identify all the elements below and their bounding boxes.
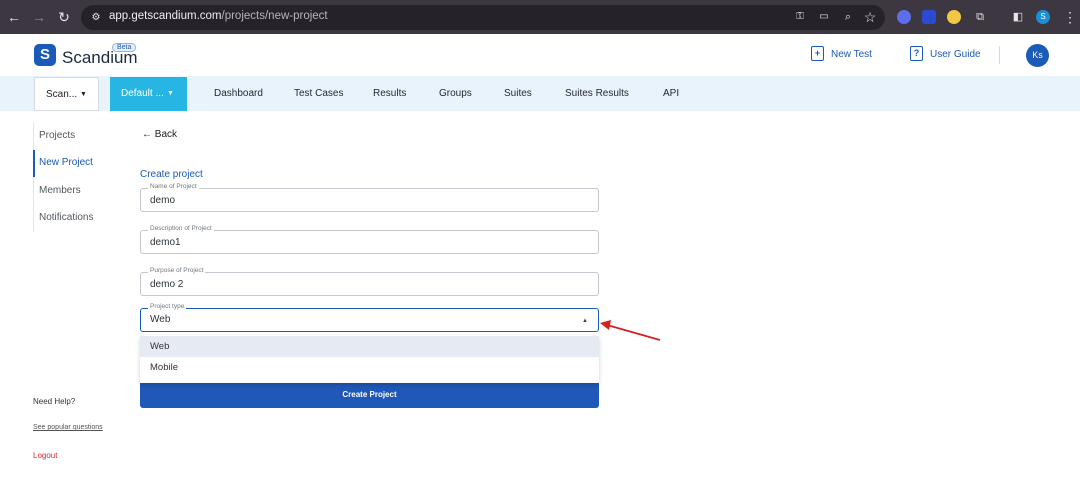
project-select-label: Default ... [121, 88, 164, 99]
org-select[interactable]: Scan... ▼ [34, 77, 99, 111]
option-web[interactable]: Web [140, 336, 599, 357]
menu-dots-icon[interactable]: ⋮ [1062, 9, 1078, 25]
bookmark-star-icon[interactable]: ☆ [862, 9, 878, 25]
option-mobile[interactable]: Mobile [140, 357, 599, 378]
extension-face-icon[interactable] [947, 10, 961, 24]
avatar[interactable]: Ks [1026, 44, 1049, 67]
help-heading: Need Help? [33, 397, 76, 406]
field-value: demo [150, 195, 176, 206]
field-value: demo 2 [150, 279, 184, 290]
back-link[interactable]: ← Back [142, 129, 177, 140]
caret-down-icon: ▼ [167, 90, 174, 97]
sidebar-item-projects[interactable]: Projects [39, 130, 75, 141]
header-divider [999, 46, 1000, 64]
form-title: Create project [140, 169, 203, 180]
back-arrow-icon[interactable]: ← [6, 9, 22, 25]
sidebar-item-members[interactable]: Members [39, 185, 81, 196]
nav-api[interactable]: API [663, 88, 679, 99]
new-test-link[interactable]: New Test [831, 49, 872, 60]
field-value: demo1 [150, 237, 181, 248]
field-label: Purpose of Project [148, 267, 206, 274]
sidebar-active-indicator [33, 150, 35, 177]
sidebar-item-notifications[interactable]: Notifications [39, 212, 93, 223]
side-panel-icon[interactable]: ◧ [1010, 9, 1026, 25]
extension-info-icon[interactable] [922, 10, 936, 24]
nav-test-cases[interactable]: Test Cases [294, 88, 343, 99]
forward-arrow-icon[interactable]: → [31, 9, 47, 25]
field-label: Project type [148, 303, 187, 310]
logout-link[interactable]: Logout [33, 451, 57, 460]
nav-groups[interactable]: Groups [439, 88, 472, 99]
back-label: Back [154, 129, 178, 140]
nav-results[interactable]: Results [373, 88, 406, 99]
field-value: Web [150, 314, 171, 325]
reload-icon[interactable]: ↻ [56, 9, 72, 25]
popular-questions-link[interactable]: See popular questions [33, 424, 103, 431]
url-text: app.getscandium.com/projects/new-project [109, 10, 328, 22]
new-test-icon[interactable]: + [811, 46, 824, 61]
field-label: Description of Project [148, 225, 214, 232]
site-info-icon[interactable]: ⚙ [88, 10, 104, 26]
nav-suites-results[interactable]: Suites Results [565, 88, 629, 99]
zoom-icon[interactable]: ⌕ [840, 9, 856, 25]
org-select-label: Scan... [46, 89, 78, 100]
key-icon[interactable]: ⚿ [792, 9, 808, 25]
annotation-arrow-icon [600, 320, 661, 341]
caret-up-icon: ▲ [582, 318, 588, 324]
field-label: Name of Project [148, 183, 199, 190]
description-field[interactable]: Description of Project demo1 [140, 225, 599, 254]
name-field[interactable]: Name of Project demo [140, 183, 599, 212]
project-type-select[interactable]: Project type Web ▲ [140, 303, 599, 332]
back-arrow-icon: ← [142, 129, 155, 140]
user-guide-link[interactable]: User Guide [930, 49, 981, 60]
project-select[interactable]: Default ... ▼ [110, 77, 187, 111]
sidebar-divider [33, 122, 34, 232]
create-project-button[interactable]: Create Project [140, 383, 599, 408]
extensions-puzzle-icon[interactable]: ⧉ [972, 9, 988, 25]
install-app-icon[interactable]: ▭ [816, 9, 832, 25]
beta-badge: Beta [112, 43, 137, 52]
nav-suites[interactable]: Suites [504, 88, 532, 99]
sidebar-item-new-project[interactable]: New Project [39, 157, 93, 168]
extension-gear-icon[interactable] [897, 10, 911, 24]
caret-down-icon: ▼ [80, 91, 87, 98]
profile-icon[interactable]: S [1036, 10, 1050, 24]
nav-dashboard[interactable]: Dashboard [214, 88, 263, 99]
project-type-dropdown: Web Mobile [140, 336, 599, 383]
user-guide-icon[interactable]: ? [910, 46, 923, 61]
scandium-logo-icon[interactable]: S [34, 44, 56, 66]
purpose-field[interactable]: Purpose of Project demo 2 [140, 267, 599, 296]
